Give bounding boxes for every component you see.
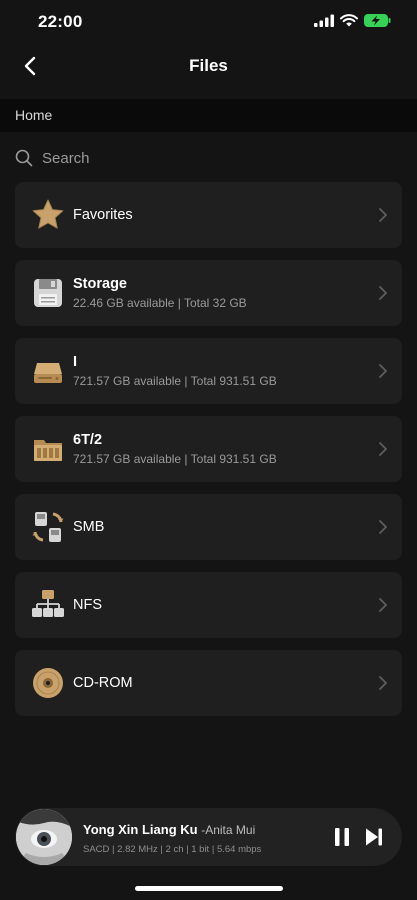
chevron-right-icon <box>379 520 387 534</box>
chevron-right-icon <box>379 208 387 222</box>
list-item-subtitle: 721.57 GB available | Total 931.51 GB <box>73 452 277 466</box>
chevron-right-icon <box>379 364 387 378</box>
list-item-title: SMB <box>73 519 105 535</box>
list-item-drive-i[interactable]: I 721.57 GB available | Total 931.51 GB <box>15 338 402 404</box>
search-icon <box>15 149 33 167</box>
cd-icon <box>33 668 63 698</box>
smb-icon <box>32 512 64 542</box>
album-art[interactable] <box>16 809 72 865</box>
list-item-title: CD-ROM <box>73 675 133 691</box>
status-bar: 22:00 <box>0 0 417 44</box>
track-title-line: Yong Xin Liang Ku -Anita Mui <box>83 822 255 837</box>
star-icon <box>32 199 64 229</box>
track-artist: -Anita Mui <box>201 823 256 837</box>
search-input[interactable]: Search <box>42 150 90 167</box>
pause-button[interactable] <box>332 827 352 847</box>
search-bar[interactable]: Search <box>15 144 402 172</box>
list-item-title: 6T/2 <box>73 432 103 448</box>
nav-bar: Files <box>0 44 417 88</box>
track-title: Yong Xin Liang Ku <box>83 822 198 837</box>
list-item-nfs[interactable]: NFS <box>15 572 402 638</box>
chevron-right-icon <box>379 676 387 690</box>
status-time: 22:00 <box>38 12 83 31</box>
breadcrumb[interactable]: Home <box>0 99 417 132</box>
mini-player[interactable]: Yong Xin Liang Ku -Anita Mui SACD | 2.82… <box>15 808 402 866</box>
list-item-title: NFS <box>73 597 102 613</box>
chevron-right-icon <box>379 598 387 612</box>
list-item-favorites[interactable]: Favorites <box>15 182 402 248</box>
home-indicator[interactable] <box>135 886 283 891</box>
list-item-storage[interactable]: Storage 22.46 GB available | Total 32 GB <box>15 260 402 326</box>
nfs-icon <box>32 590 64 617</box>
list-item-title: Favorites <box>73 207 133 223</box>
next-track-button[interactable] <box>364 827 384 847</box>
track-format-info: SACD | 2.82 MHz | 2 ch | 1 bit | 5.64 mb… <box>83 844 262 855</box>
breadcrumb-home[interactable]: Home <box>15 107 52 123</box>
list-item-title: I <box>73 354 78 370</box>
chevron-right-icon <box>379 286 387 300</box>
album-art-image <box>16 809 72 865</box>
drive-icon <box>34 363 62 383</box>
list-item-title: Storage <box>73 276 127 292</box>
wifi-icon <box>340 14 358 27</box>
chevron-right-icon <box>379 442 387 456</box>
list-item-cd-rom[interactable]: CD-ROM <box>15 650 402 716</box>
storage-icon <box>34 279 62 307</box>
page-title: Files <box>189 56 228 75</box>
list-item-drive-6t2[interactable]: 6T/2 721.57 GB available | Total 931.51 … <box>15 416 402 482</box>
list-item-subtitle: 22.46 GB available | Total 32 GB <box>73 296 247 310</box>
folder-drive-icon <box>34 440 62 461</box>
list-item-subtitle: 721.57 GB available | Total 931.51 GB <box>73 374 277 388</box>
status-icons <box>314 14 391 27</box>
battery-charging-icon <box>364 14 391 27</box>
list-item-smb[interactable]: SMB <box>15 494 402 560</box>
signal-icon <box>314 14 334 27</box>
